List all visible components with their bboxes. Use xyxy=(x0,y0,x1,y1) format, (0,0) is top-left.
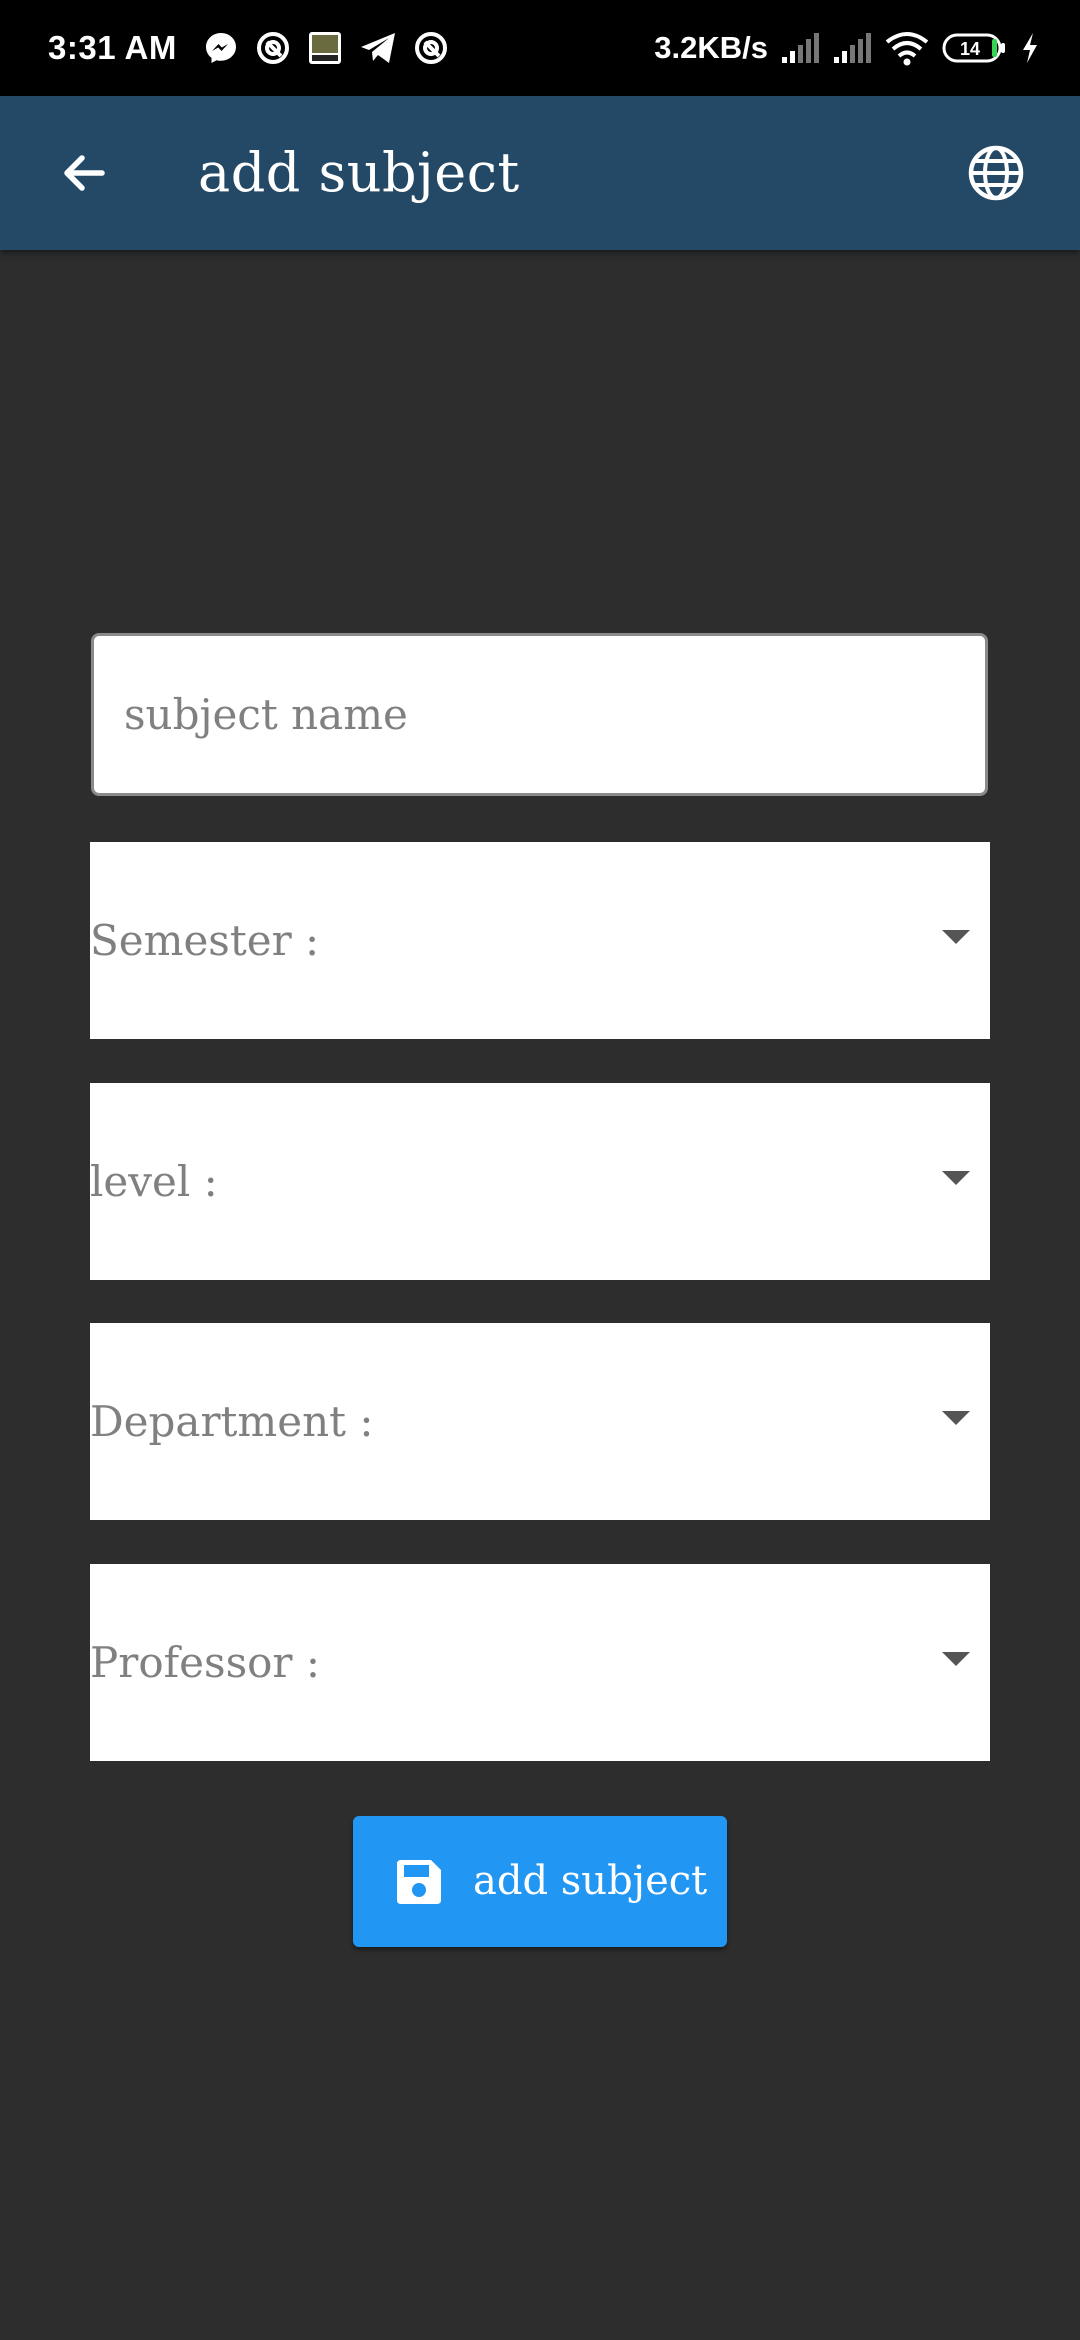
add-subject-button-label: add subject xyxy=(473,1858,708,1904)
globe-icon xyxy=(968,145,1024,201)
dropdown-arrow-icon xyxy=(942,1652,970,1666)
arrow-back-icon xyxy=(64,155,105,191)
battery-level: 14 xyxy=(960,39,980,59)
semester-dropdown[interactable]: Semester : xyxy=(90,842,990,1039)
telegram-icon xyxy=(359,30,397,66)
department-dropdown-label: Department : xyxy=(90,1397,374,1446)
department-dropdown[interactable]: Department : xyxy=(90,1323,990,1520)
charging-icon xyxy=(1020,31,1040,65)
game-icon xyxy=(307,30,343,66)
battery-icon: 14 xyxy=(942,31,1008,65)
network-speed: 3.2KB/s xyxy=(654,30,768,65)
add-subject-button[interactable]: add subject xyxy=(353,1816,727,1947)
messenger-icon xyxy=(203,30,239,66)
signal-icon xyxy=(780,31,820,65)
signal-icon xyxy=(832,31,872,65)
level-dropdown-label: level : xyxy=(90,1157,218,1206)
page-title: add subject xyxy=(198,141,520,204)
back-button[interactable] xyxy=(40,129,128,217)
notification-icon xyxy=(255,30,291,66)
dropdown-arrow-icon xyxy=(942,1411,970,1425)
subject-name-input[interactable] xyxy=(94,636,985,793)
status-right: 3.2KB/s 14 xyxy=(654,0,1040,96)
status-bar: 3:31 AM 3.2KB/s 14 xyxy=(0,0,1080,96)
language-button[interactable] xyxy=(952,129,1040,217)
app-bar: add subject xyxy=(0,96,1080,250)
professor-dropdown[interactable]: Professor : xyxy=(90,1564,990,1761)
dropdown-arrow-icon xyxy=(942,930,970,944)
wifi-icon xyxy=(884,30,930,66)
status-time: 3:31 AM xyxy=(48,29,177,66)
subject-name-field[interactable] xyxy=(91,633,988,796)
level-dropdown[interactable]: level : xyxy=(90,1083,990,1280)
notification-icon xyxy=(413,30,449,66)
save-icon xyxy=(397,1860,441,1904)
status-left: 3:31 AM xyxy=(48,0,449,96)
dropdown-arrow-icon xyxy=(942,1171,970,1185)
professor-dropdown-label: Professor : xyxy=(90,1638,320,1687)
semester-dropdown-label: Semester : xyxy=(90,916,320,965)
